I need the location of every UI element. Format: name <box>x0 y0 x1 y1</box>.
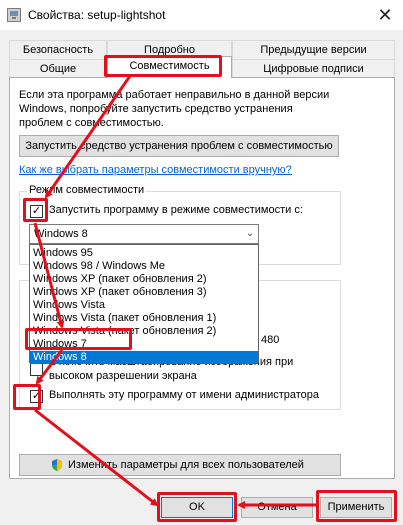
chevron-down-icon[interactable]: ⌄ <box>243 226 257 242</box>
annotation-box-compat-checkbox <box>23 198 48 222</box>
run-troubleshooter-button[interactable]: Запустить средство устранения проблем с … <box>19 135 339 157</box>
annotation-box-ok-button <box>157 492 237 522</box>
compat-mode-group-title: Режим совместимости <box>27 184 147 196</box>
app-icon <box>7 8 21 22</box>
option-windows-xp-sp2[interactable]: Windows XP (пакет обновления 2) <box>30 273 258 286</box>
option-windows-95[interactable]: Windows 95 <box>30 247 258 260</box>
option-windows-8[interactable]: Windows 8 <box>30 351 258 364</box>
tab-previous-versions[interactable]: Предыдущие версии <box>232 40 395 59</box>
title-bar: Свойства: setup-lightshot ✕ <box>0 0 403 30</box>
tab-security[interactable]: Безопасность <box>9 40 107 59</box>
uac-shield-icon <box>52 459 62 471</box>
intro-text-line-3: проблем с совместимостью. <box>19 117 164 129</box>
close-icon[interactable]: ✕ <box>372 3 398 27</box>
dpi-scaling-label-line-2: высоком разрешении экрана <box>49 370 197 382</box>
option-windows-98-me[interactable]: Windows 98 / Windows Me <box>30 260 258 273</box>
cancel-button[interactable]: Отмена <box>241 497 313 518</box>
change-settings-all-users-button[interactable]: Изменить параметры для всех пользователе… <box>19 454 341 476</box>
intro-text-line-1: Если эта программа работает неправильно … <box>19 89 330 101</box>
manual-settings-link[interactable]: Как же выбрать параметры совместимости в… <box>19 164 292 176</box>
change-settings-all-users-label: Изменить параметры для всех пользователе… <box>68 459 304 471</box>
option-windows-vista[interactable]: Windows Vista <box>30 299 258 312</box>
annotation-box-windows-7 <box>25 328 132 350</box>
compat-mode-select[interactable]: Windows 8 ⌄ <box>29 224 259 244</box>
window-title: Свойства: setup-lightshot <box>28 8 166 22</box>
compat-mode-checkbox-label: Запустить программу в режиме совместимос… <box>49 204 303 216</box>
dpi-scaling-checkbox[interactable] <box>30 363 43 376</box>
annotation-box-compat-tab <box>104 55 222 77</box>
resolution-fragment-text: 480 <box>261 334 280 346</box>
run-as-admin-label: Выполнять эту программу от имени админис… <box>49 389 320 401</box>
tab-digital-signatures[interactable]: Цифровые подписи <box>232 59 395 78</box>
option-windows-xp-sp3[interactable]: Windows XP (пакет обновления 3) <box>30 286 258 299</box>
annotation-box-apply-button <box>316 490 397 522</box>
compat-mode-selected-value: Windows 8 <box>34 228 88 240</box>
annotation-box-admin-checkbox <box>13 384 41 410</box>
intro-text-line-2: Windows, попробуйте запустить средство у… <box>19 103 293 115</box>
option-windows-vista-sp1[interactable]: Windows Vista (пакет обновления 1) <box>30 312 258 325</box>
tab-general[interactable]: Общие <box>9 59 107 78</box>
